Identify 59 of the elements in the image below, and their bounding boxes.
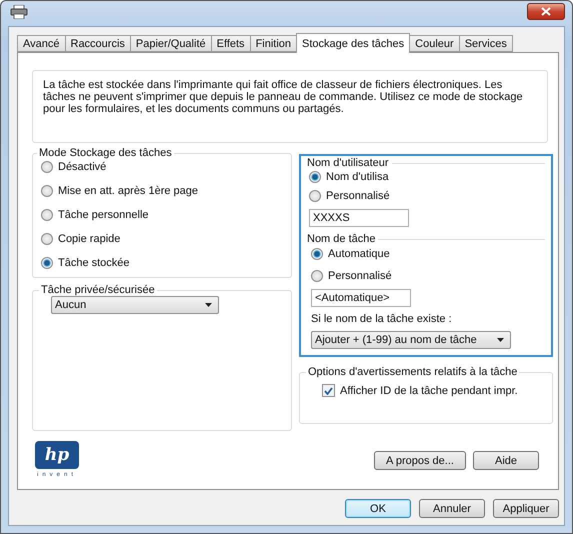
dialog-button[interactable]: Annuler [419, 499, 485, 518]
radio-option[interactable]: Tâche personnelle [41, 209, 281, 221]
radio-button[interactable] [311, 270, 323, 282]
caret-icon [497, 338, 504, 342]
field-label: Si le nom de la tâche existe : [311, 313, 453, 325]
radio-option[interactable]: Tâche stockée [41, 257, 281, 269]
dialog-button[interactable]: Appliquer [493, 499, 559, 518]
radio-option[interactable]: Automatique [311, 248, 545, 260]
tab[interactable]: Effets [210, 35, 251, 52]
radio-option[interactable]: Désactivé [41, 161, 281, 173]
group-label: Tâche privée/sécurisée [41, 284, 155, 296]
group-label: Mode Stockage des tâches [39, 147, 172, 159]
job-name-field[interactable]: <Automatique> [311, 289, 411, 307]
caret-icon [205, 303, 212, 307]
tab[interactable]: Avancé [17, 35, 66, 52]
radio-label: Personnalisé [326, 190, 390, 202]
group-label: Options d'avertissements relatifs à la tâche [308, 366, 518, 378]
tab[interactable]: Papier/Qualité [130, 35, 212, 52]
radio-button[interactable] [309, 171, 321, 183]
tab[interactable]: Couleur [409, 35, 460, 52]
radio-option[interactable]: Personnalisé [311, 270, 545, 282]
close-icon [541, 7, 551, 16]
user-name-field[interactable]: XXXXS [309, 209, 409, 227]
dropdown[interactable]: Aucun [51, 296, 219, 314]
group-label: Nom de tâche [307, 233, 376, 245]
radio-button[interactable] [41, 161, 53, 173]
radio-label: Désactivé [58, 161, 106, 173]
dropdown[interactable]: Ajouter + (1-99) au nom de tâche [311, 331, 511, 349]
radio-button[interactable] [41, 257, 53, 269]
tab[interactable]: Stockage des tâches [296, 33, 410, 53]
tab[interactable]: Finition [250, 35, 298, 52]
checkbox-label: Afficher ID de la tâche pendant impr. [340, 384, 518, 396]
close-button[interactable] [527, 3, 565, 20]
logo-mark: hp [35, 441, 79, 469]
tab[interactable]: Raccourcis [64, 35, 131, 52]
tab[interactable]: Services [458, 35, 513, 52]
group-label: Nom d'utilisateur [307, 157, 389, 169]
radio-label: Tâche stockée [58, 257, 130, 269]
radio-button[interactable] [41, 233, 53, 245]
radio-label: Tâche personnelle [58, 209, 149, 221]
radio-label: Nom d'utilisa [326, 171, 389, 183]
radio-label: Mise en att. après 1ère page [58, 185, 198, 197]
radio-option[interactable]: Copie rapide [41, 233, 281, 245]
radio-button[interactable] [309, 190, 321, 202]
radio-label: Copie rapide [58, 233, 120, 245]
radio-button[interactable] [311, 248, 323, 260]
printer-icon [10, 4, 28, 18]
radio-button[interactable] [41, 209, 53, 221]
radio-option[interactable]: Nom d'utilisa [309, 171, 545, 183]
radio-option[interactable]: Mise en att. après 1ère page [41, 185, 281, 197]
dialog-button[interactable]: OK [345, 499, 411, 518]
radio-label: Personnalisé [328, 270, 392, 282]
radio-option[interactable]: Personnalisé [309, 190, 545, 202]
panel-button[interactable]: Aide [473, 451, 539, 470]
checkbox[interactable] [322, 384, 335, 397]
panel-button[interactable]: A propos de... [374, 451, 466, 470]
description-text: La tâche est stockée dans l'imprimante qui fait office de classeur de fichiers électroniques. Les tâches ne peuvent s'imprimer que depuis le panneau de commande. Utilisez ce mode de stockage pour les formulaires, et les documents communs ou partagés. [32, 70, 548, 143]
radio-label: Automatique [328, 248, 390, 260]
radio-button[interactable] [41, 185, 53, 197]
